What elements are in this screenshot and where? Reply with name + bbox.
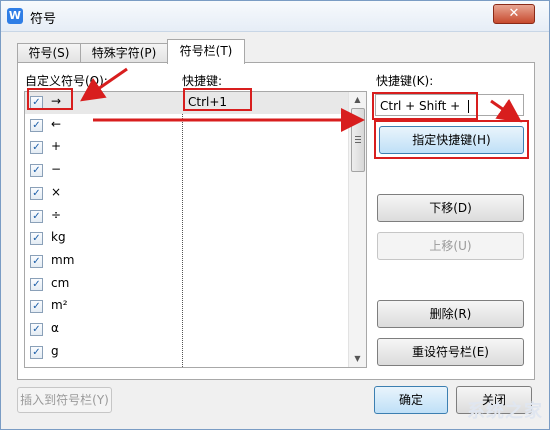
arrow-to-symbol [80,67,128,102]
annotation-arrows [80,67,522,132]
symbol-dialog: W 符号 ✕ 符号(S) 特殊字符(P) 符号栏(T) 自定义符号(O): 快捷… [0,0,550,430]
arrow-to-button [490,98,522,123]
watermark-logo: 系统之家 [467,401,543,422]
tab-symbol-bar[interactable]: 符号栏(T) [167,39,245,64]
